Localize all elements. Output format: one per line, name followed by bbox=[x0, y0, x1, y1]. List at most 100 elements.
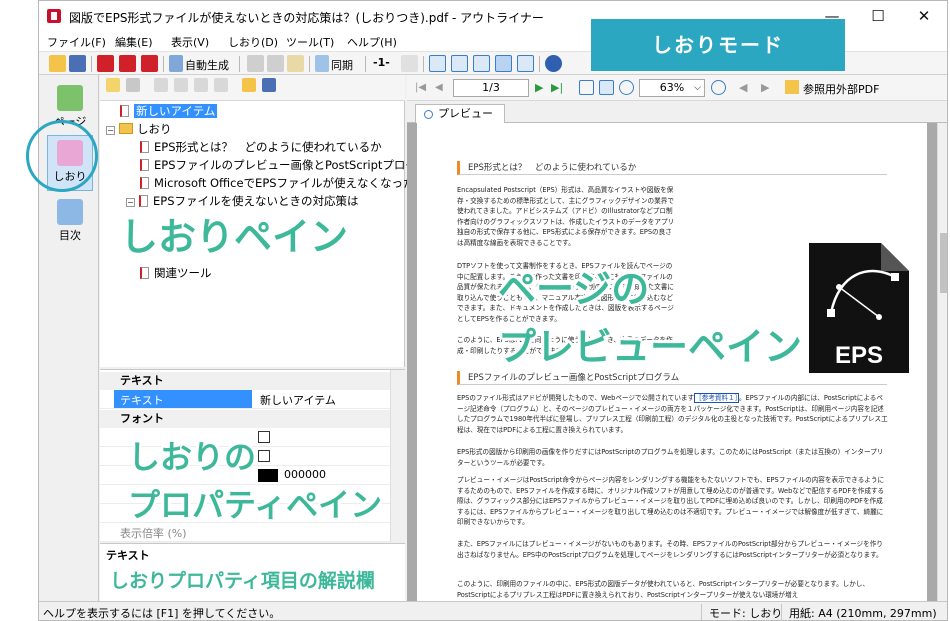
property-row[interactable]: テキスト 新しいアイテム bbox=[100, 390, 390, 409]
copy-icon[interactable] bbox=[267, 55, 284, 72]
annotation-bookmark-pane: しおりペイン bbox=[120, 215, 349, 259]
pdf-merge-icon[interactable] bbox=[141, 55, 158, 72]
tree-folder[interactable]: − しおり bbox=[106, 121, 172, 139]
status-paper: 用紙: A4 (210mm, 297mm) bbox=[789, 607, 937, 620]
property-scrollbar[interactable] bbox=[390, 370, 405, 542]
pdf-export-icon[interactable] bbox=[119, 55, 136, 72]
back-icon[interactable]: ◀ bbox=[739, 81, 747, 94]
layout-preview-icon[interactable] bbox=[517, 55, 534, 72]
last-page-icon[interactable]: ▶| bbox=[551, 81, 563, 94]
external-pdf-button[interactable]: 参照用外部PDF bbox=[803, 81, 879, 97]
layout-single-icon[interactable] bbox=[429, 55, 446, 72]
menu-help[interactable]: ヘルプ(H) bbox=[347, 34, 397, 50]
app-icon bbox=[47, 9, 61, 23]
doc-heading: EPS形式とは？ どのように使われているか bbox=[457, 161, 887, 175]
tree-item-new[interactable]: 新しいアイテム bbox=[120, 103, 218, 121]
auto-generate-button[interactable]: 自動生成 bbox=[185, 57, 229, 73]
status-mode: モード: しおり bbox=[709, 607, 783, 620]
prev-page-icon[interactable]: ◀ bbox=[435, 82, 443, 93]
toolbar-divider bbox=[423, 56, 424, 72]
folder-icon[interactable] bbox=[242, 78, 256, 92]
tab-preview[interactable]: プレビュー bbox=[415, 104, 505, 124]
save-menu-icon[interactable] bbox=[262, 78, 276, 92]
tree-item-label: Microsoft OfficeでEPSファイルが使えなくなった bbox=[154, 176, 415, 190]
chevron-down-icon: ⌵ bbox=[694, 83, 701, 93]
tree-item[interactable]: EPSファイルのプレビュー画像とPostScriptプログラム bbox=[140, 157, 440, 175]
page-number-input[interactable]: 1/3 bbox=[453, 79, 529, 97]
bold-checkbox[interactable] bbox=[258, 431, 270, 443]
toolbar-divider bbox=[163, 56, 164, 72]
preview-tab-icon bbox=[424, 110, 433, 119]
menu-view[interactable]: 表示(V) bbox=[171, 34, 209, 50]
pdf-icon[interactable] bbox=[97, 55, 114, 72]
zoom-out-icon[interactable] bbox=[619, 80, 634, 95]
italic-checkbox[interactable] bbox=[258, 450, 270, 462]
next-page-icon[interactable]: ▶ bbox=[535, 81, 543, 94]
fit-width-icon[interactable] bbox=[599, 80, 614, 95]
fit-page-icon[interactable] bbox=[579, 80, 594, 95]
tree-item[interactable]: Microsoft OfficeでEPSファイルが使えなくなった bbox=[140, 175, 415, 193]
page-icon bbox=[140, 177, 149, 189]
annotation-preview-pane-2: プレビューペイン bbox=[498, 325, 803, 369]
move-down-icon[interactable] bbox=[194, 78, 208, 92]
preview-tab-bar: プレビュー bbox=[407, 101, 947, 124]
category-font[interactable]: フォント bbox=[100, 410, 390, 428]
layout-three-icon[interactable] bbox=[473, 55, 490, 72]
toc-mode-icon bbox=[57, 199, 83, 225]
toolbar-divider bbox=[539, 56, 540, 72]
new-bookmark-icon[interactable] bbox=[106, 78, 120, 92]
doc-paragraph: プレビュー・イメージはPostScript命令からページ内容をレンダリングする機… bbox=[457, 476, 885, 526]
preview-scrollbar[interactable] bbox=[937, 123, 947, 601]
maximize-button[interactable]: ☐ bbox=[855, 1, 901, 31]
wand-icon[interactable] bbox=[169, 55, 183, 72]
page-mode-icon bbox=[57, 85, 83, 111]
menu-tools[interactable]: ツール(T) bbox=[286, 34, 334, 50]
reference-link[interactable]: ［参考資料１］ bbox=[694, 393, 739, 403]
save-icon[interactable] bbox=[69, 55, 86, 72]
move-left-icon[interactable] bbox=[154, 78, 168, 92]
layout-two-icon[interactable] bbox=[451, 55, 468, 72]
open-folder-icon[interactable] bbox=[49, 55, 66, 72]
page-icon bbox=[120, 105, 129, 117]
cut-icon[interactable] bbox=[247, 55, 264, 72]
eps-file-icon: EPS bbox=[809, 243, 909, 373]
annotation-property-pane-2: プロパティペイン bbox=[128, 486, 383, 524]
property-key: 表示倍率 (%) bbox=[120, 527, 187, 540]
toolbar-divider bbox=[309, 56, 310, 72]
sync-button[interactable]: 同期 bbox=[331, 57, 353, 73]
mode-banner: しおりモード bbox=[591, 19, 845, 71]
status-help: ヘルプを表示するには [F1] を押してください。 bbox=[43, 607, 281, 620]
zoom-in-icon[interactable] bbox=[711, 80, 726, 95]
menu-bookmark[interactable]: しおり(D) bbox=[228, 34, 278, 50]
eps-badge: EPS bbox=[835, 342, 883, 369]
category-text[interactable]: テキスト bbox=[100, 372, 390, 390]
annotation-property-pane-1: しおりの bbox=[128, 438, 257, 476]
collapse-icon[interactable]: − bbox=[106, 126, 115, 135]
scrollbar-thumb[interactable] bbox=[940, 233, 947, 293]
forward-icon[interactable]: ▶ bbox=[761, 81, 769, 94]
tree-item[interactable]: 関連ツール bbox=[140, 265, 212, 283]
delete-icon[interactable] bbox=[126, 78, 140, 92]
page-number-button[interactable]: -1- bbox=[373, 56, 390, 69]
doc-paragraph: また、EPSファイルにはプレビュー・イメージがないものもあります。その時、EPS… bbox=[457, 540, 883, 559]
mode-toc-button[interactable]: 目次 bbox=[47, 195, 93, 251]
highlight-circle bbox=[26, 120, 98, 192]
eraser-icon[interactable] bbox=[401, 55, 418, 72]
tree-item[interactable]: EPS形式とは？ どのように使われているか bbox=[140, 139, 382, 157]
move-right-icon[interactable] bbox=[214, 78, 228, 92]
menu-file[interactable]: ファイル(F) bbox=[47, 34, 106, 50]
paste-icon[interactable] bbox=[287, 55, 304, 72]
first-page-icon[interactable]: |◀ bbox=[415, 82, 426, 93]
zoom-select[interactable]: 63% ⌵ bbox=[639, 79, 705, 97]
annotation-description-pane: しおりプロパティ項目の解説欄 bbox=[110, 570, 375, 592]
layout-bookmark-icon[interactable] bbox=[495, 55, 512, 72]
sync-icon[interactable] bbox=[315, 55, 329, 72]
property-value[interactable]: 新しいアイテム bbox=[260, 392, 336, 408]
page-icon bbox=[140, 159, 149, 171]
help-icon[interactable] bbox=[545, 55, 562, 72]
doc-paragraph: このように、印刷用のファイルの中に、EPS形式の図版データが使われていると、Po… bbox=[457, 580, 870, 599]
move-up-icon[interactable] bbox=[174, 78, 188, 92]
page-icon bbox=[140, 267, 149, 279]
close-button[interactable]: ✕ bbox=[901, 1, 947, 31]
menu-edit[interactable]: 編集(E) bbox=[115, 34, 153, 50]
